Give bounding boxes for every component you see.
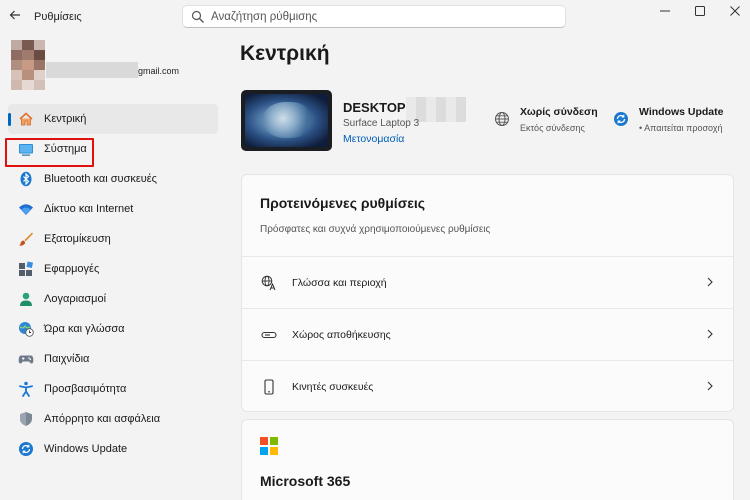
phone-icon bbox=[260, 378, 278, 396]
sidebar-item-accessibility[interactable]: Προσβασιμότητα bbox=[8, 374, 218, 404]
back-button[interactable] bbox=[6, 6, 24, 24]
rename-link[interactable]: Μετονομασία bbox=[343, 133, 404, 145]
sidebar-item-label: Εφαρμογές bbox=[44, 263, 100, 275]
sidebar-item-label: Κεντρική bbox=[44, 113, 87, 125]
minimize-icon bbox=[660, 10, 670, 12]
sidebar-item-apps[interactable]: Εφαρμογές bbox=[8, 254, 218, 284]
card-title: Προτεινόμενες ρυθμίσεις bbox=[260, 195, 426, 211]
accessibility-icon bbox=[18, 381, 34, 397]
search-icon bbox=[191, 10, 204, 23]
brush-icon bbox=[18, 231, 34, 247]
sidebar-item-privacy-security[interactable]: Απόρρητο και ασφάλεια bbox=[8, 404, 218, 434]
person-icon bbox=[18, 291, 34, 307]
device-model: Surface Laptop 3 bbox=[343, 118, 420, 129]
recommended-item-label: Κινητές συσκευές bbox=[292, 381, 374, 393]
home-icon bbox=[18, 111, 34, 127]
sidebar-item-time-language[interactable]: Ώρα και γλώσσα bbox=[8, 314, 218, 344]
sidebar-item-label: Προσβασιμότητα bbox=[44, 383, 127, 395]
globe-icon bbox=[493, 110, 511, 128]
chevron-right-icon bbox=[704, 380, 716, 392]
chevron-right-icon bbox=[704, 276, 716, 288]
storage-icon bbox=[260, 326, 278, 344]
title-bar: Ρυθμίσεις bbox=[0, 0, 750, 34]
sidebar-item-bluetooth[interactable]: Bluetooth και συσκευές bbox=[8, 164, 218, 194]
globe-clock-icon bbox=[18, 321, 34, 337]
sidebar-item-system[interactable]: Σύστημα bbox=[8, 134, 218, 164]
search-box[interactable] bbox=[182, 5, 566, 28]
avatar[interactable] bbox=[11, 40, 45, 90]
microsoft-365-card: Microsoft 365 bbox=[241, 419, 734, 500]
maximize-button[interactable] bbox=[685, 2, 715, 20]
wifi-icon bbox=[18, 201, 34, 217]
sidebar-item-label: Σύστημα bbox=[44, 143, 87, 155]
device-wallpaper-image bbox=[241, 90, 332, 151]
system-icon bbox=[18, 141, 34, 157]
sidebar-item-label: Απόρρητο και ασφάλεια bbox=[44, 413, 161, 425]
card-subtitle: Πρόσφατες και συχνά χρησιμοποιούμενες ρυ… bbox=[260, 224, 491, 235]
gamepad-icon bbox=[18, 351, 34, 367]
sidebar-item-accounts[interactable]: Λογαριασμοί bbox=[8, 284, 218, 314]
close-icon bbox=[730, 6, 740, 16]
chevron-right-icon bbox=[704, 328, 716, 340]
bluetooth-icon bbox=[18, 171, 34, 187]
sidebar-item-home[interactable]: Κεντρική bbox=[8, 104, 218, 134]
account-email: gmail.com bbox=[138, 66, 180, 76]
update-icon bbox=[18, 441, 34, 457]
recommended-item-mobile-devices[interactable]: Κινητές συσκευές bbox=[242, 360, 733, 411]
account-name-redacted bbox=[46, 62, 138, 78]
sidebar-item-gaming[interactable]: Παιχνίδια bbox=[8, 344, 218, 374]
sidebar-item-label: Windows Update bbox=[44, 443, 128, 455]
network-status-title: Χωρίς σύνδεση bbox=[520, 106, 598, 118]
windows-update-subtitle: • Απαιτείται προσοχή bbox=[639, 123, 723, 133]
sidebar-item-windows-update[interactable]: Windows Update bbox=[8, 434, 218, 464]
network-status-subtitle: Εκτός σύνδεσης bbox=[520, 123, 585, 133]
sidebar-item-label: Λογαριασμοί bbox=[44, 293, 107, 305]
sidebar-item-personalization[interactable]: Εξατομίκευση bbox=[8, 224, 218, 254]
maximize-icon bbox=[695, 6, 705, 16]
page-title: Κεντρική bbox=[240, 42, 330, 65]
recommended-item-label: Γλώσσα και περιοχή bbox=[292, 277, 387, 289]
windows-update-title: Windows Update bbox=[639, 106, 724, 118]
sidebar-nav: Κεντρική Σύστημα Bluetooth και συσκευές … bbox=[8, 104, 218, 464]
sidebar-item-label: Ώρα και γλώσσα bbox=[44, 323, 125, 335]
recommended-settings-card: Προτεινόμενες ρυθμίσεις Πρόσφατες και συ… bbox=[241, 174, 734, 412]
language-icon bbox=[260, 274, 278, 292]
update-icon bbox=[612, 110, 630, 128]
arrow-left-icon bbox=[9, 10, 20, 20]
sidebar-item-label: Δίκτυο και Internet bbox=[44, 203, 134, 215]
minimize-button[interactable] bbox=[650, 2, 680, 20]
recommended-item-label: Χώρος αποθήκευσης bbox=[292, 329, 391, 341]
sidebar-item-label: Bluetooth και συσκευές bbox=[44, 173, 157, 185]
close-button[interactable] bbox=[720, 2, 750, 20]
search-input[interactable] bbox=[211, 8, 551, 25]
sidebar-item-network[interactable]: Δίκτυο και Internet bbox=[8, 194, 218, 224]
recommended-item-storage[interactable]: Χώρος αποθήκευσης bbox=[242, 308, 733, 360]
app-title: Ρυθμίσεις bbox=[34, 11, 82, 23]
pixelated-avatar-image bbox=[11, 40, 45, 90]
sidebar-item-label: Εξατομίκευση bbox=[44, 233, 111, 245]
microsoft-logo-icon bbox=[260, 437, 278, 455]
apps-icon bbox=[18, 261, 34, 277]
sidebar-item-label: Παιχνίδια bbox=[44, 353, 90, 365]
microsoft-365-title: Microsoft 365 bbox=[260, 473, 351, 489]
device-name: DESKTOP- bbox=[343, 100, 410, 115]
shield-icon bbox=[18, 411, 34, 427]
recommended-item-language-region[interactable]: Γλώσσα και περιοχή bbox=[242, 256, 733, 308]
